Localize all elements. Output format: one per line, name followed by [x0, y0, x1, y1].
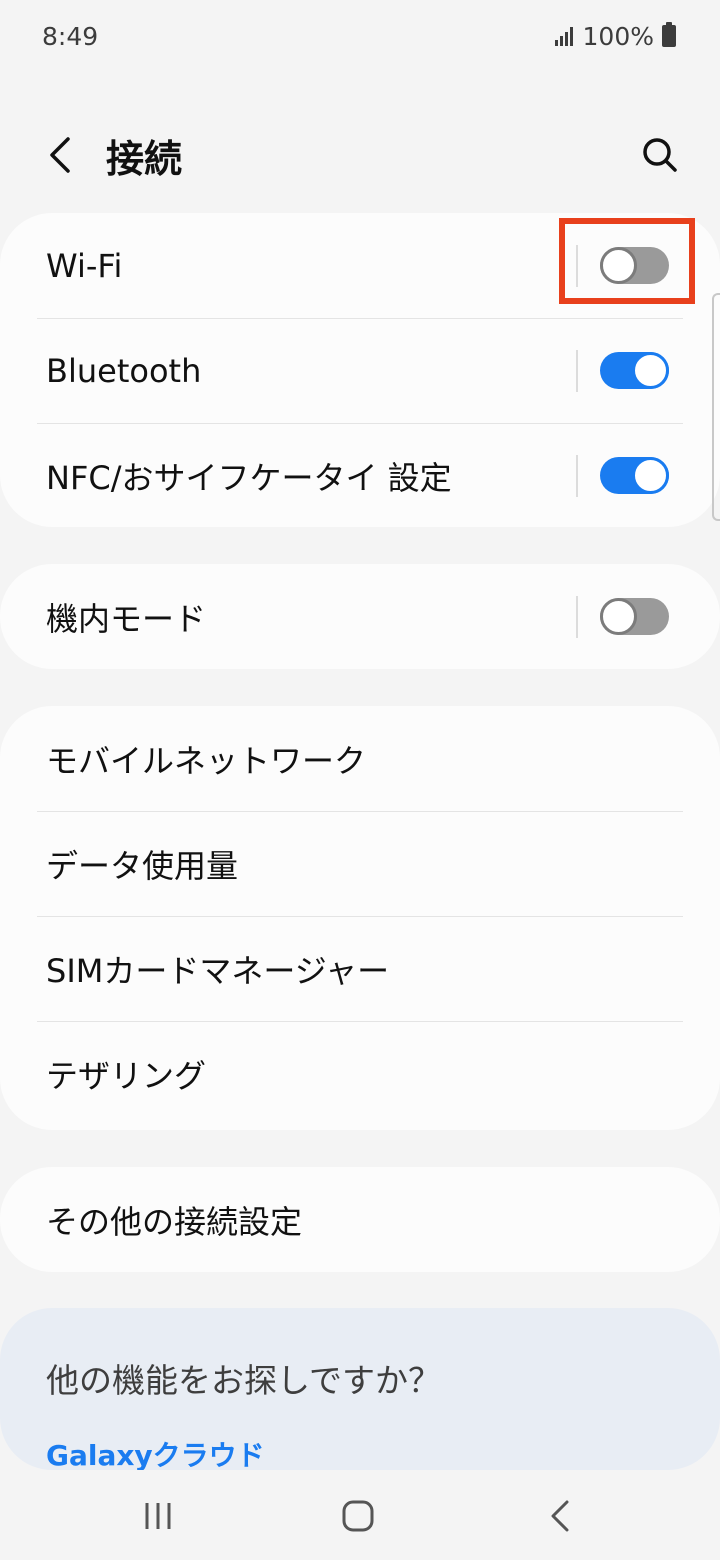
page-title: 接続 — [106, 136, 183, 181]
search-icon — [643, 138, 677, 172]
signal-icon — [554, 26, 573, 46]
battery-percent: 100% — [582, 21, 654, 51]
settings-row-tethering[interactable]: テザリング — [0, 1021, 720, 1126]
toggle-knob — [600, 598, 637, 635]
airplane-mode-toggle[interactable] — [600, 598, 669, 635]
suggestion-card: 他の機能をお探しですか？ Galaxyクラウド — [0, 1308, 720, 1472]
recents-button[interactable] — [138, 1498, 178, 1534]
divider — [576, 455, 578, 497]
settings-row-nfc[interactable]: NFC/おサイフケータイ 設定 — [0, 423, 720, 528]
navigation-bar — [0, 1470, 720, 1560]
toggle-knob — [632, 352, 669, 389]
row-label: SIMカードマネージャー — [46, 951, 390, 990]
home-button[interactable] — [338, 1498, 378, 1534]
row-label: 機内モード — [46, 599, 207, 638]
divider — [576, 350, 578, 392]
settings-row-more-connection[interactable]: その他の接続設定 — [0, 1167, 720, 1272]
galaxy-cloud-link[interactable]: Galaxyクラウド — [46, 1434, 265, 1474]
row-label: データ使用量 — [46, 846, 239, 885]
chevron-left-icon — [50, 137, 70, 173]
bluetooth-toggle[interactable] — [600, 352, 669, 389]
recents-icon — [145, 1503, 171, 1529]
row-label: NFC/おサイフケータイ 設定 — [46, 458, 452, 497]
settings-row-bluetooth[interactable]: Bluetooth — [0, 318, 720, 423]
battery-icon — [662, 22, 676, 47]
nav-back-button[interactable] — [540, 1498, 580, 1534]
status-indicators: 100% — [554, 21, 676, 51]
more-settings-card: その他の接続設定 — [0, 1167, 720, 1272]
connections-screen: 8:49 100% 接続 Wi-Fi Bluetooth NFC/おサイフケータ… — [0, 0, 720, 1560]
scroll-indicator — [712, 293, 720, 521]
status-time: 8:49 — [42, 21, 99, 51]
divider — [576, 596, 578, 638]
settings-row-mobile-network[interactable]: モバイルネットワーク — [0, 706, 720, 811]
row-label: Wi-Fi — [46, 246, 123, 285]
row-label: モバイルネットワーク — [46, 741, 367, 780]
row-label: その他の接続設定 — [46, 1202, 303, 1241]
back-button[interactable] — [32, 127, 88, 183]
settings-row-data-usage[interactable]: データ使用量 — [0, 811, 720, 916]
suggestion-title: 他の機能をお探しですか？ — [46, 1361, 442, 1400]
nfc-toggle[interactable] — [600, 457, 669, 494]
nav-back-icon — [551, 1500, 569, 1532]
row-label: テザリング — [46, 1056, 207, 1095]
status-bar: 8:49 100% — [0, 0, 720, 72]
search-button[interactable] — [630, 125, 690, 185]
settings-row-sim-manager[interactable]: SIMカードマネージャー — [0, 916, 720, 1021]
home-icon — [342, 1500, 374, 1532]
airplane-card: 機内モード — [0, 564, 720, 669]
network-card: モバイルネットワーク データ使用量 SIMカードマネージャー テザリング — [0, 706, 720, 1130]
highlight-box — [559, 218, 695, 304]
toggle-knob — [632, 457, 669, 494]
settings-row-airplane-mode[interactable]: 機内モード — [0, 564, 720, 669]
app-header: 接続 — [0, 110, 720, 200]
row-label: Bluetooth — [46, 351, 202, 390]
